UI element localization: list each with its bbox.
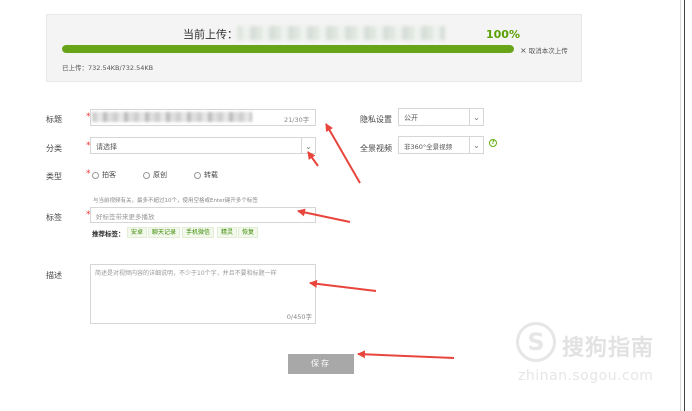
arrow-to-category (307, 151, 319, 167)
arrow-to-tags (297, 208, 351, 223)
arrow-to-title (325, 123, 361, 184)
watermark-text: 搜狗指南 (562, 336, 655, 361)
arrow-to-description (309, 279, 377, 292)
right-divider (680, 0, 681, 411)
right-edge-line (684, 0, 685, 411)
arrow-to-save (357, 350, 455, 359)
watermark-url: zhinan.sogou.com (518, 368, 654, 384)
sogou-logo-icon: S (516, 322, 556, 362)
